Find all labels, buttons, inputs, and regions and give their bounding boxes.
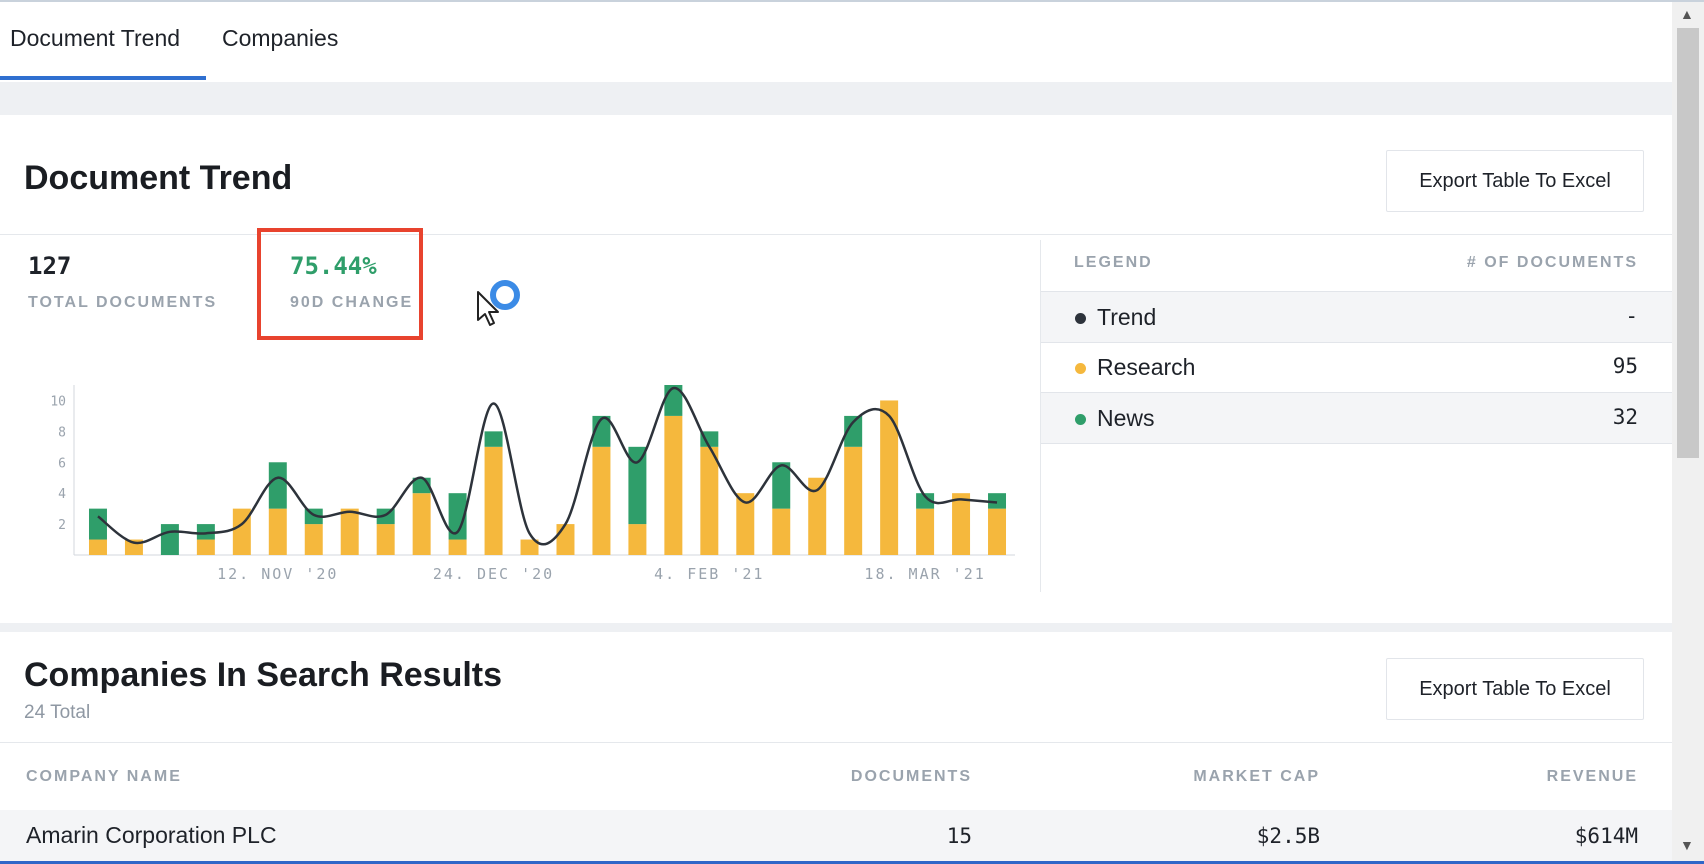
news-bar xyxy=(484,431,503,447)
vertical-scrollbar[interactable]: ▲ ▼ xyxy=(1672,2,1704,861)
research-bar xyxy=(952,493,971,555)
legend-item-count: 95 xyxy=(1612,354,1638,378)
research-bar xyxy=(844,446,863,555)
active-tab-indicator xyxy=(0,76,206,80)
news-dot-icon xyxy=(1075,414,1086,425)
research-bar xyxy=(556,524,575,555)
export-trend-button[interactable]: Export Table To Excel xyxy=(1386,150,1644,212)
legend-item-count: 32 xyxy=(1612,405,1638,429)
research-bar xyxy=(448,539,467,555)
research-bar xyxy=(412,493,431,555)
x-tick-label: 4. FEB '21 xyxy=(654,565,764,583)
research-bar xyxy=(268,508,287,555)
research-bar xyxy=(196,539,215,555)
research-dot-icon xyxy=(1075,363,1086,374)
research-bar xyxy=(772,508,791,555)
section-gap xyxy=(0,623,1672,632)
column-header-company-name[interactable]: COMPANY NAME xyxy=(26,768,182,786)
research-bar xyxy=(700,446,719,555)
legend-item-count: - xyxy=(1625,304,1638,328)
tab-bar: Document Trend Companies xyxy=(0,2,1672,82)
section-gap xyxy=(0,82,1672,115)
legend-row-news[interactable]: News 32 xyxy=(1041,393,1672,444)
y-tick-label: 6 xyxy=(58,456,66,471)
research-bar xyxy=(340,508,359,555)
documents-count-header: # OF DOCUMENTS xyxy=(1466,254,1638,271)
research-bar xyxy=(304,524,323,555)
research-bar xyxy=(592,446,611,555)
legend-header: LEGEND xyxy=(1074,254,1153,271)
highlight-annotation-box xyxy=(257,228,423,340)
column-header-revenue[interactable]: REVENUE xyxy=(1547,768,1638,786)
research-bar xyxy=(376,524,395,555)
companies-card: Companies In Search Results 24 Total Exp… xyxy=(0,632,1672,861)
column-header-documents[interactable]: DOCUMENTS xyxy=(851,768,972,786)
documents-cell: 15 xyxy=(946,824,972,848)
scrollbar-thumb[interactable] xyxy=(1677,28,1699,458)
document-trend-chart: 2 4 6 8 10 12. NOV '20 24. DEC '20 4. FEB '21 18… xyxy=(50,385,1015,583)
news-bar xyxy=(88,508,107,540)
x-tick-label: 24. DEC '20 xyxy=(433,565,554,583)
legend-row-trend[interactable]: Trend - xyxy=(1041,291,1672,343)
x-tick-label: 18. MAR '21 xyxy=(864,565,985,583)
total-documents-label: TOTAL DOCUMENTS xyxy=(28,294,218,311)
legend-item-label: Research xyxy=(1097,354,1196,380)
tab-document-trend[interactable]: Document Trend xyxy=(10,2,180,82)
tab-companies[interactable]: Companies xyxy=(222,2,338,82)
news-bar xyxy=(268,462,287,509)
card-divider xyxy=(0,742,1672,743)
scroll-up-icon[interactable]: ▲ xyxy=(1680,6,1694,22)
legend-item-label: News xyxy=(1097,405,1155,431)
mouse-cursor-icon xyxy=(477,291,499,326)
card-divider xyxy=(0,234,1672,235)
export-companies-button[interactable]: Export Table To Excel xyxy=(1386,658,1644,720)
research-bar xyxy=(664,415,683,555)
revenue-cell: $614M xyxy=(1574,824,1638,848)
company-name-cell[interactable]: Amarin Corporation PLC xyxy=(26,822,277,849)
research-bar xyxy=(916,508,935,555)
companies-total: 24 Total xyxy=(24,702,91,723)
card-title: Companies In Search Results xyxy=(24,656,503,694)
card-title: Document Trend xyxy=(24,159,293,197)
y-tick-label: 10 xyxy=(50,394,66,409)
research-bar xyxy=(88,539,107,555)
legend-row-research[interactable]: Research 95 xyxy=(1041,342,1672,393)
research-bar xyxy=(988,508,1007,555)
table-row[interactable]: Amarin Corporation PLC 15 $2.5B $614M xyxy=(0,810,1672,861)
market-cap-cell: $2.5B xyxy=(1256,824,1320,848)
research-bar xyxy=(484,446,503,555)
y-tick-label: 8 xyxy=(58,425,66,440)
y-tick-label: 2 xyxy=(58,518,66,533)
news-bar xyxy=(160,524,179,555)
y-tick-label: 4 xyxy=(58,487,66,502)
total-documents-value: 127 xyxy=(28,252,72,280)
trend-dot-icon xyxy=(1075,313,1086,324)
x-tick-label: 12. NOV '20 xyxy=(217,565,338,583)
legend-item-label: Trend xyxy=(1097,304,1157,330)
research-bar xyxy=(628,524,647,555)
scroll-down-icon[interactable]: ▼ xyxy=(1680,837,1694,853)
column-header-market-cap[interactable]: MARKET CAP xyxy=(1193,768,1320,786)
